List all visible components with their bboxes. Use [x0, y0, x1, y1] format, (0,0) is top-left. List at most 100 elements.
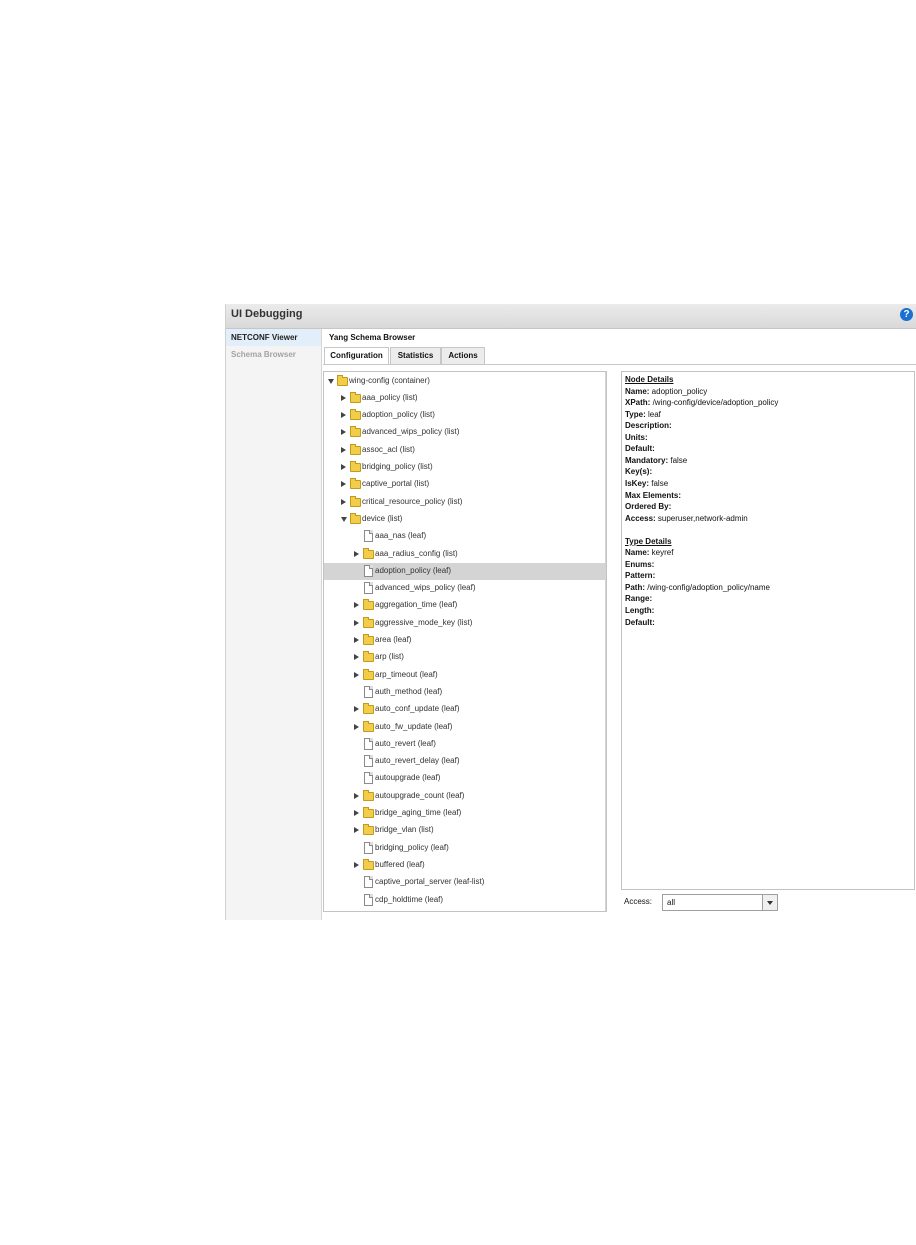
expand-right-arrow-icon[interactable]: [341, 481, 346, 488]
expand-right-arrow-icon[interactable]: [354, 706, 359, 713]
folder-icon: [363, 634, 374, 645]
tree-node[interactable]: adoption_policy (list): [324, 407, 605, 424]
expand-right-arrow-icon[interactable]: [354, 861, 359, 868]
expand-right-arrow-icon[interactable]: [354, 671, 359, 678]
title-bar: UI Debugging ?: [226, 304, 916, 329]
tree-node[interactable]: advanced_wips_policy (list): [324, 424, 605, 441]
folder-icon: [363, 703, 374, 715]
tab-divider: [323, 364, 916, 365]
tree-node[interactable]: device (list): [324, 511, 605, 528]
expand-down-arrow-icon[interactable]: [328, 378, 334, 384]
access-filter-dropdown-button[interactable]: [762, 895, 777, 910]
detail-value: false: [649, 478, 669, 488]
expand-right-arrow-icon[interactable]: [341, 394, 346, 401]
tree-node[interactable]: auto_fw_update (leaf): [324, 719, 605, 736]
tree-node-label: arp (list): [375, 652, 404, 662]
tree-node[interactable]: bridging_policy (leaf): [324, 840, 605, 857]
document-icon: [364, 564, 373, 577]
tree-node[interactable]: autoupgrade_count (leaf): [324, 788, 605, 805]
tree-node[interactable]: aaa_nas (leaf): [324, 528, 605, 545]
expand-right-arrow-icon[interactable]: [354, 810, 359, 816]
access-filter-select[interactable]: all: [662, 894, 778, 911]
tree-node[interactable]: aaa_radius_config (list): [324, 546, 605, 563]
expand-right-arrow-icon[interactable]: [341, 498, 346, 505]
detail-field: Default:: [625, 444, 655, 453]
detail-key: Name:: [625, 548, 650, 558]
tree-node[interactable]: auto_revert_delay (leaf): [324, 753, 605, 770]
expand-right-arrow-icon[interactable]: [354, 637, 359, 643]
detail-key: Mandatory:: [625, 455, 669, 465]
detail-key: Range:: [625, 594, 653, 604]
detail-value: adoption_policy: [649, 386, 708, 396]
tree-node[interactable]: bridge_aging_time (leaf): [324, 805, 605, 822]
detail-key: Length:: [625, 606, 655, 615]
tree-node[interactable]: aaa_policy (list): [324, 390, 605, 407]
document-icon: [364, 893, 373, 906]
detail-key: Path:: [625, 582, 645, 592]
type-details-heading: Type Details: [625, 536, 672, 546]
tree-scrollbar[interactable]: [605, 372, 606, 911]
node-details-panel: Node Details Name: adoption_policy XPath: …: [621, 371, 915, 890]
expand-right-arrow-icon[interactable]: [341, 412, 346, 419]
tab-statistics[interactable]: Statistics: [390, 347, 441, 364]
tree-node[interactable]: bridge_vlan (list): [324, 822, 605, 839]
tree-node[interactable]: area (leaf): [324, 632, 605, 649]
detail-value: false: [668, 455, 688, 465]
tree-node-label: aaa_policy (list): [362, 392, 418, 402]
tree-node[interactable]: advanced_wips_policy (leaf): [324, 580, 605, 597]
expand-right-arrow-icon[interactable]: [341, 446, 346, 453]
detail-field: Key(s):: [625, 467, 652, 476]
tree-node-label: cdp_holdtime (leaf): [375, 894, 444, 904]
detail-key: XPath:: [625, 398, 651, 408]
sidebar-item-netconf-viewer[interactable]: NETCONF Viewer: [226, 329, 321, 346]
tree-node[interactable]: captive_portal (list): [324, 476, 605, 493]
sidebar-item-schema-browser[interactable]: Schema Browser: [226, 346, 321, 363]
tree-node[interactable]: buffered (leaf): [324, 857, 605, 874]
tree-node[interactable]: critical_resource_policy (list): [324, 494, 605, 511]
expand-right-arrow-icon[interactable]: [354, 827, 359, 834]
tree-node[interactable]: autoupgrade (leaf): [324, 770, 605, 787]
tree-node[interactable]: arp_timeout (leaf): [324, 667, 605, 684]
tree-node-label: buffered (leaf): [375, 859, 425, 869]
expand-right-arrow-icon[interactable]: [341, 429, 346, 436]
tree-node[interactable]: auth_method (leaf): [324, 684, 605, 701]
access-filter-label: Access:: [624, 897, 653, 906]
tree-node[interactable]: bridging_policy (list): [324, 459, 605, 476]
schema-tree[interactable]: wing-config (container) aaa_policy (list)…: [323, 371, 607, 912]
document-icon: [364, 582, 373, 595]
expand-right-arrow-icon[interactable]: [354, 550, 359, 557]
detail-key: Type:: [625, 409, 646, 419]
tree-node[interactable]: cdp_holdtime (leaf): [324, 892, 605, 909]
detail-field: IsKey: false: [625, 479, 668, 488]
tree-node[interactable]: auto_conf_update (leaf): [324, 701, 605, 718]
ui-debugging-window: UI Debugging ? NETCONF Viewer Schema Bro…: [225, 304, 916, 920]
tree-node[interactable]: arp (list): [324, 649, 605, 666]
detail-field: XPath: /wing-config/device/adoption_poli…: [625, 398, 778, 407]
detail-key: Default:: [625, 444, 655, 454]
help-icon[interactable]: ?: [900, 308, 913, 321]
tree-node[interactable]: adoption_policy (leaf): [324, 562, 605, 580]
expand-right-arrow-icon[interactable]: [341, 464, 346, 470]
folder-icon: [350, 409, 361, 421]
tree-node[interactable]: auto_revert (leaf): [324, 736, 605, 753]
tab-actions[interactable]: Actions: [441, 347, 485, 364]
detail-key: Key(s):: [625, 467, 653, 477]
tree-node[interactable]: aggregation_time (leaf): [324, 597, 605, 614]
detail-value: superuser,network-admin: [655, 513, 748, 523]
detail-key: Max Elements:: [625, 490, 682, 500]
expand-right-arrow-icon[interactable]: [354, 619, 359, 626]
expand-right-arrow-icon[interactable]: [354, 602, 359, 609]
tab-configuration[interactable]: Configuration: [324, 347, 389, 365]
tree-node[interactable]: wing-config (container): [324, 373, 605, 390]
expand-right-arrow-icon[interactable]: [354, 792, 359, 799]
detail-field: Range:: [625, 594, 652, 603]
expand-down-arrow-icon[interactable]: [341, 516, 347, 522]
tree-node[interactable]: assoc_acl (list): [324, 442, 605, 459]
tree-node[interactable]: aggressive_mode_key (list): [324, 615, 605, 632]
tree-node[interactable]: captive_portal_server (leaf-list): [324, 874, 605, 891]
detail-value: keyref: [649, 548, 674, 558]
expand-right-arrow-icon[interactable]: [354, 723, 359, 730]
tree-node-label: auto_fw_update (leaf): [375, 721, 453, 731]
expand-right-arrow-icon[interactable]: [354, 654, 359, 661]
document-icon: [364, 737, 373, 750]
